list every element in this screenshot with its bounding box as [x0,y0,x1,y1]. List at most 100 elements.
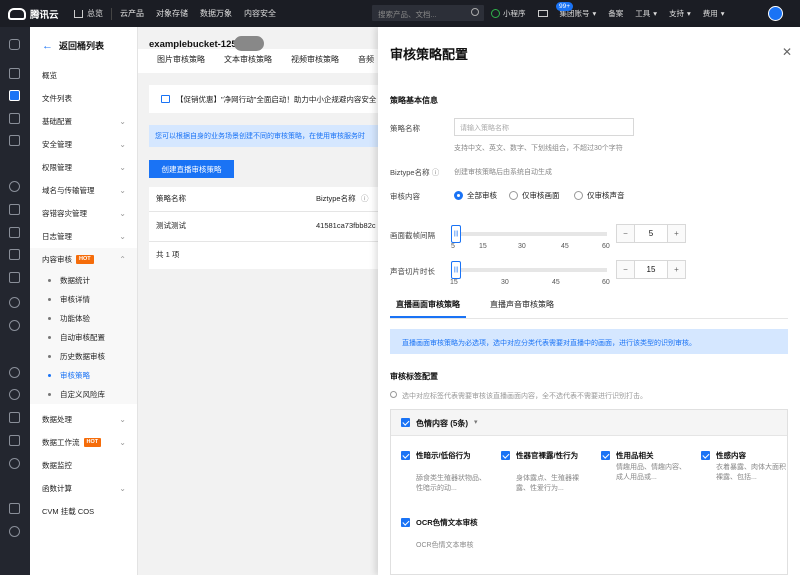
search-input[interactable]: 搜索产品、文档... [372,5,484,21]
dashboard-icon[interactable] [9,68,20,79]
sidebar-subitem-policy[interactable]: 审核策略 [30,366,137,385]
network-icon[interactable] [9,227,20,238]
sidebar-item-basic-config[interactable]: 基础配置 ⌄ [30,110,137,133]
beian-link[interactable]: 备案 [608,8,623,19]
avatar[interactable] [768,6,783,21]
checkbox-checked-icon[interactable] [401,451,410,460]
sidebar-item-overview[interactable]: 概览 [30,64,137,87]
audio-slice-value[interactable]: 15 [634,261,668,278]
mini-program-link[interactable]: 小程序 [491,8,526,19]
sidebar-subitem-risk-lib[interactable]: 自定义风险库 [30,385,137,404]
sidebar-item-data-processing[interactable]: 数据处理 ⌄ [30,408,137,431]
label-item-desc: 身体露点、生殖器裸露、性爱行为... [516,475,579,492]
checkbox-checked-icon[interactable] [601,451,610,460]
shield-icon[interactable] [9,435,20,446]
sidebar-item-monitoring[interactable]: 数据监控 [30,454,137,477]
sidebar-subitem-history[interactable]: 历史数据审核 [30,347,137,366]
sidebar: ← 返回桶列表 概览 文件列表 基础配置 ⌄ 安全管理 ⌄ 权限管理 ⌄ 域名与传输管… [30,27,138,575]
slider-handle-icon[interactable]: ||| [451,225,461,243]
help-icon[interactable] [9,297,20,308]
gear-icon[interactable] [9,320,20,331]
target-icon[interactable] [9,389,20,400]
monitor-icon[interactable] [9,412,20,423]
policy-name-input[interactable]: 请输入策略名称 [454,118,634,136]
nav-ci[interactable]: 数据万象 [200,8,232,19]
nav-content-security[interactable]: 内容安全 [244,8,276,19]
sidebar-item-files[interactable]: 文件列表 [30,87,137,110]
policy-name-label: 策略名称 [390,124,420,133]
refresh-icon[interactable] [9,458,20,469]
tools-menu[interactable]: 工具 ▾ [635,8,657,19]
tab-live-frame-policy[interactable]: 直播画面审核策略 [390,297,466,318]
calendar-icon[interactable] [9,113,20,124]
radio-frames-only[interactable]: 仅审核画面 [509,190,560,201]
sidebar-item-cvm-mount[interactable]: CVM 挂载 COS [30,500,137,523]
divider [111,7,112,20]
home-link[interactable]: 总览 [74,8,103,19]
fees-menu[interactable]: 费用 ▾ [703,8,725,19]
messages-button[interactable] [537,10,548,17]
sidebar-item-domains[interactable]: 域名与传输管理 ⌄ [30,179,137,202]
image-icon[interactable] [9,135,20,146]
nav-products[interactable]: 云产品 [120,8,144,19]
sidebar-item-workflow[interactable]: 数据工作流 HOT ⌄ [30,431,137,454]
chevron-down-icon: ⌄ [119,163,126,172]
audio-slice-slider[interactable]: ||| [451,261,607,279]
back-to-bucket-list[interactable]: ← 返回桶列表 [30,27,137,64]
tab-text-policy[interactable]: 文本审核策略 [224,54,272,65]
support-menu[interactable]: 支持 ▾ [669,8,691,19]
code-icon[interactable] [9,526,20,537]
sidebar-item-disaster-recovery[interactable]: 容错容灾管理 ⌄ [30,202,137,225]
radio-label: 仅审核声音 [587,191,625,200]
frame-interval-value[interactable]: 5 [634,225,668,242]
globe-icon[interactable] [9,181,20,192]
sidebar-item-functions[interactable]: 函数计算 ⌄ [30,477,137,500]
frame-interval-slider[interactable]: ||| [451,225,607,243]
sidebar-subitem-auto-config[interactable]: 自动审核配置 [30,328,137,347]
list-icon[interactable] [9,272,20,283]
product-icon[interactable] [9,39,20,50]
checkbox-checked-icon[interactable] [501,451,510,460]
radio-audio-only[interactable]: 仅审核声音 [574,190,625,201]
sidebar-subitem-trial[interactable]: 功能体验 [30,309,137,328]
document-icon[interactable] [9,503,20,514]
checkbox-checked-icon[interactable] [401,418,410,427]
search-placeholder: 搜索产品、文档... [378,10,437,19]
tab-live-audio-policy[interactable]: 直播声音审核策略 [484,297,554,318]
sidebar-subitem-stats[interactable]: 数据统计 [30,271,137,290]
sidebar-item-label: 日志管理 [42,232,72,241]
create-live-policy-button[interactable]: 创建直播审核策略 [149,160,234,178]
chevron-down-icon[interactable]: ▾ [474,418,478,426]
column-header-name: 策略名称 [156,194,186,203]
info-icon[interactable]: ⓘ [432,168,440,177]
tab-video-policy[interactable]: 视频审核策略 [291,54,339,65]
settings-icon[interactable] [9,204,20,215]
tab-image-policy[interactable]: 图片审核策略 [157,54,205,65]
check-icon[interactable] [9,249,20,260]
sidebar-item-permissions[interactable]: 权限管理 ⌄ [30,156,137,179]
sidebar-item-security[interactable]: 安全管理 ⌄ [30,133,137,156]
plus-button[interactable]: + [668,261,685,278]
nav-cos[interactable]: 对象存储 [156,8,188,19]
sidebar-subitem-details[interactable]: 审核详情 [30,290,137,309]
minus-button[interactable]: − [617,261,634,278]
checkbox-checked-icon[interactable] [701,451,710,460]
table-total: 共 1 项 [156,250,180,259]
user-icon[interactable] [9,367,20,378]
redaction-mask [234,36,264,51]
info-icon[interactable]: ⓘ [361,187,369,211]
tab-audio-policy[interactable]: 音频 [358,54,374,65]
checkbox-checked-icon[interactable] [401,518,410,527]
close-icon[interactable]: ✕ [782,45,792,59]
cos-icon[interactable] [9,90,20,101]
hot-badge: HOT [76,255,94,264]
slider-handle-icon[interactable]: ||| [451,261,461,279]
brand-logo[interactable]: 腾讯云 [8,7,64,21]
sidebar-item-logs[interactable]: 日志管理 ⌄ [30,225,137,248]
notice-text[interactable]: 【促销优惠】"净网行动"全面启动！助力中小企规避内容安全 [176,94,376,105]
category-header[interactable]: 色情内容 (5条) ▾ [391,410,787,436]
minus-button[interactable]: − [617,225,634,242]
plus-button[interactable]: + [668,225,685,242]
radio-all[interactable]: 全部审核 [454,190,497,201]
sidebar-item-content-audit[interactable]: 内容审核 HOT ⌃ [30,248,137,271]
